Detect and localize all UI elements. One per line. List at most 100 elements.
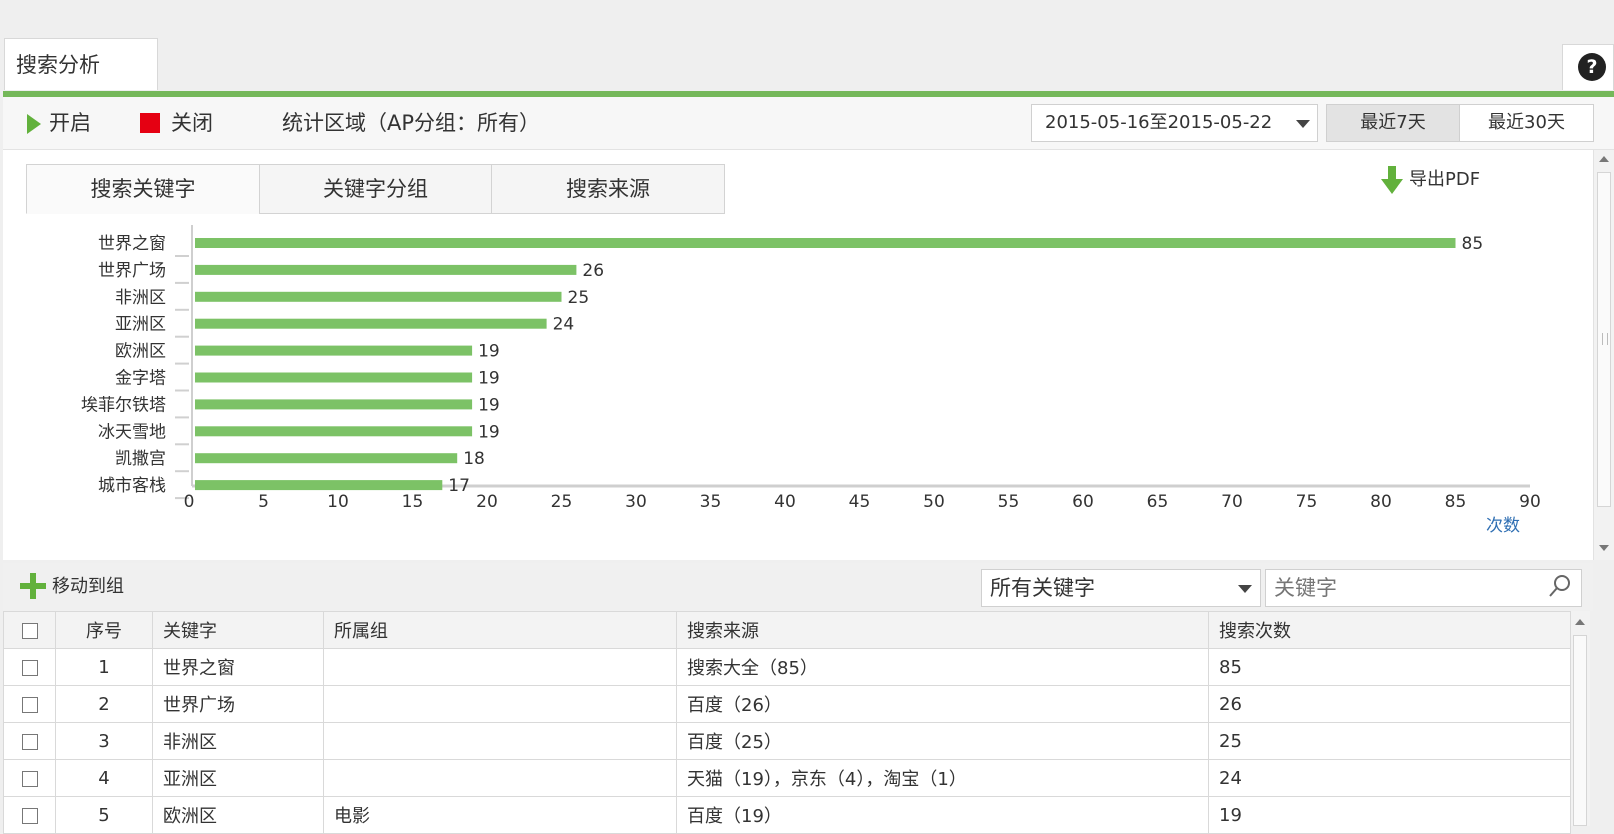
col-header-keyword[interactable]: 关键字 (152, 611, 324, 649)
select-all-cell[interactable] (3, 611, 56, 649)
category-label: 非洲区 (115, 288, 166, 308)
move-to-group-label: 移动到组 (52, 576, 124, 597)
x-tick-label: 40 (774, 492, 796, 512)
keyword-filter-select[interactable]: 所有关键字 (981, 569, 1261, 607)
col-header-source[interactable]: 搜索来源 (676, 611, 1209, 649)
cell-group: 电影 (323, 796, 677, 834)
col-header-index[interactable]: 序号 (55, 611, 153, 649)
stop-icon (140, 113, 160, 133)
row-checkbox-cell[interactable] (3, 759, 56, 797)
x-tick-label: 5 (258, 492, 269, 512)
scrollbar-thumb[interactable] (1597, 172, 1611, 507)
tab-search-keywords[interactable]: 搜索关键字 (26, 164, 260, 214)
scroll-up-icon[interactable] (1575, 619, 1585, 625)
search-icon[interactable] (1548, 574, 1572, 600)
table-row[interactable]: 3 非洲区 百度（25） 25 (3, 722, 1571, 760)
cell-count: 85 (1208, 648, 1571, 686)
cell-source: 百度（19） (676, 796, 1209, 834)
cell-source: 天猫（19），京东（4），淘宝（1） (676, 759, 1209, 797)
bar (195, 426, 473, 437)
x-tick-label: 20 (476, 492, 498, 512)
row-checkbox[interactable] (21, 807, 38, 824)
cell-source: 百度（25） (676, 722, 1209, 760)
bar (195, 480, 443, 491)
cell-source: 百度（26） (676, 685, 1209, 723)
category-label: 欧洲区 (115, 342, 166, 362)
scroll-down-icon[interactable] (1599, 545, 1609, 551)
x-axis-label: 次数 (1486, 516, 1520, 536)
help-button[interactable]: ? (1562, 44, 1614, 90)
panel-scrollbar[interactable] (1593, 150, 1614, 560)
table-row[interactable]: 4 亚洲区 天猫（19），京东（4），淘宝（1） 24 (3, 759, 1571, 797)
tab-search-analysis[interactable]: 搜索分析 (4, 38, 158, 90)
bar-value-label: 19 (478, 422, 500, 442)
bar (195, 453, 458, 464)
date-range-select[interactable]: 2015-05-16至2015-05-22 (1031, 104, 1318, 142)
bar-value-label: 26 (582, 261, 604, 281)
cell-keyword: 亚洲区 (152, 759, 324, 797)
move-to-group-button[interactable]: 移动到组 (20, 573, 124, 601)
x-tick-label: 45 (849, 492, 871, 512)
table-row[interactable]: 1 世界之窗 搜索大全（85） 85 (3, 648, 1571, 686)
table-row[interactable]: 5 欧洲区 电影 百度（19） 19 (3, 796, 1571, 834)
bar (195, 291, 562, 302)
scroll-up-icon[interactable] (1599, 156, 1609, 162)
keyword-search-input[interactable] (1265, 569, 1582, 607)
last-7-days-button[interactable]: 最近7天 (1326, 104, 1460, 142)
bar (195, 345, 473, 356)
x-tick-label: 80 (1370, 492, 1392, 512)
row-checkbox[interactable] (21, 659, 38, 676)
cell-keyword: 世界之窗 (152, 648, 324, 686)
bar-value-label: 85 (1462, 234, 1484, 254)
row-checkbox-cell[interactable] (3, 685, 56, 723)
x-tick-label: 85 (1445, 492, 1467, 512)
cell-group (323, 759, 677, 797)
cell-index: 5 (55, 796, 153, 834)
x-tick-label: 60 (1072, 492, 1094, 512)
col-header-count[interactable]: 搜索次数 (1208, 611, 1571, 649)
x-tick-label: 55 (998, 492, 1020, 512)
category-label: 冰天雪地 (98, 422, 166, 442)
cell-index: 4 (55, 759, 153, 797)
cell-count: 25 (1208, 722, 1571, 760)
x-tick-label: 70 (1221, 492, 1243, 512)
start-button[interactable]: 开启 (49, 97, 91, 149)
bar-value-label: 25 (568, 288, 590, 308)
cell-count: 19 (1208, 796, 1571, 834)
table-header-row: 序号 关键字 所属组 搜索来源 搜索次数 (3, 611, 1571, 649)
x-tick-label: 75 (1296, 492, 1318, 512)
region-label[interactable]: 统计区域（AP分组：所有） (282, 97, 540, 149)
stop-button[interactable]: 关闭 (171, 97, 213, 149)
row-checkbox[interactable] (21, 770, 38, 787)
row-checkbox-cell[interactable] (3, 796, 56, 834)
chevron-down-icon (1296, 120, 1310, 128)
row-checkbox-cell[interactable] (3, 722, 56, 760)
grip-icon (1602, 333, 1608, 345)
col-header-group[interactable]: 所属组 (323, 611, 677, 649)
row-checkbox[interactable] (21, 733, 38, 750)
bar-value-label: 18 (463, 449, 485, 469)
tab-keyword-groups[interactable]: 关键字分组 (259, 164, 492, 214)
row-checkbox-cell[interactable] (3, 648, 56, 686)
x-tick-label: 0 (184, 492, 195, 512)
table-row[interactable]: 2 世界广场 百度（26） 26 (3, 685, 1571, 723)
bar-chart: 世界之窗 85 世界广场 26 非洲区 25 亚洲区 24 欧洲区 19 金字塔 19 埃菲尔铁塔 19 冰… (81, 225, 1541, 536)
tab-search-sources[interactable]: 搜索来源 (491, 164, 725, 214)
scrollbar-thumb[interactable] (1573, 635, 1587, 826)
select-all-checkbox[interactable] (21, 622, 38, 639)
x-tick-label: 90 (1519, 492, 1541, 512)
x-tick-label: 35 (700, 492, 722, 512)
category-label: 世界之窗 (98, 234, 166, 254)
cell-index: 1 (55, 648, 153, 686)
bar (195, 399, 473, 410)
x-tick-label: 50 (923, 492, 945, 512)
table-scrollbar[interactable] (1570, 611, 1590, 826)
last-30-days-button[interactable]: 最近30天 (1459, 104, 1594, 142)
bar (195, 264, 577, 275)
play-icon (27, 114, 41, 134)
export-pdf-button[interactable]: 导出PDF (1381, 166, 1480, 194)
category-label: 埃菲尔铁塔 (81, 395, 166, 415)
x-tick-label: 30 (625, 492, 647, 512)
category-label: 金字塔 (115, 369, 166, 389)
row-checkbox[interactable] (21, 696, 38, 713)
